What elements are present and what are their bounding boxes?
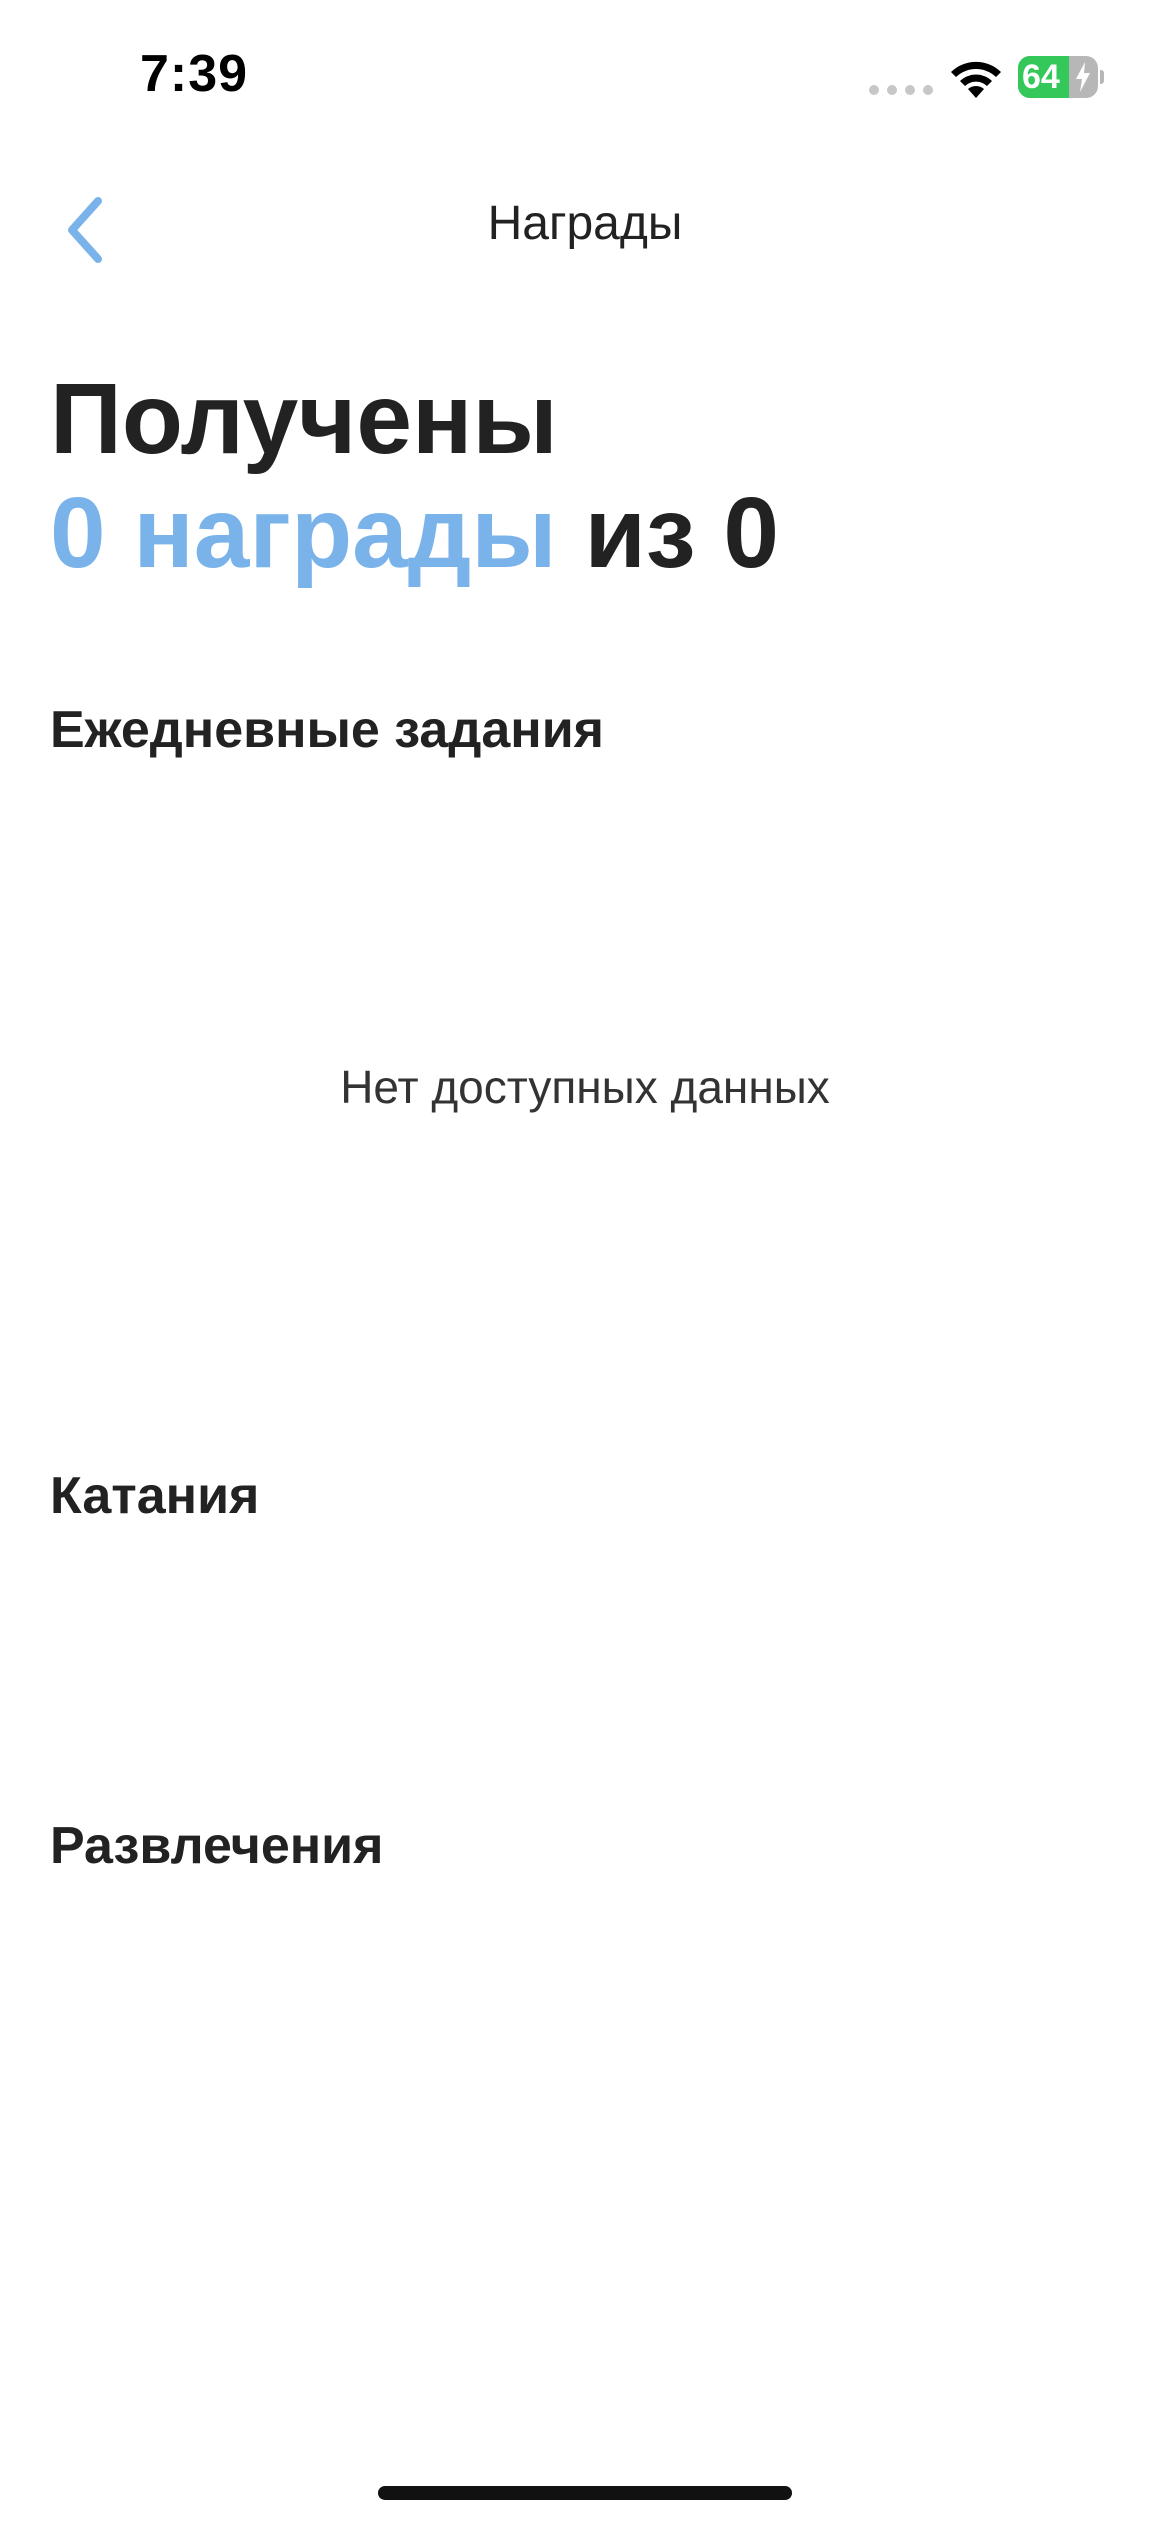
section-title-daily-tasks: Ежедневные задания	[50, 701, 604, 759]
rewards-summary-heading: Получены 0 награды из 0	[50, 362, 1130, 590]
battery-level: 64	[1022, 58, 1060, 96]
home-indicator[interactable]	[378, 2486, 792, 2500]
section-title-rides: Катания	[50, 1467, 260, 1525]
page-title: Награды	[487, 197, 683, 250]
rewards-total: из 0	[584, 477, 780, 589]
empty-state-text: Нет доступных данных	[340, 1061, 830, 1113]
heading-count-line: 0 награды из 0	[50, 476, 1130, 590]
rewards-screen: 7:39 64 Награды Получены 0 награды из 0 …	[0, 0, 1170, 2532]
status-time: 7:39	[140, 45, 249, 103]
wifi-icon	[951, 61, 1001, 98]
rewards-count: 0 награды	[50, 477, 557, 589]
status-bar: 7:39 64	[0, 0, 1170, 150]
section-title-entertainment: Развлечения	[50, 1817, 384, 1875]
signal-icon	[869, 85, 933, 95]
heading-received-label: Получены	[50, 363, 558, 475]
battery-charging-icon: 64	[1018, 56, 1104, 98]
bolt-icon	[1076, 62, 1090, 92]
